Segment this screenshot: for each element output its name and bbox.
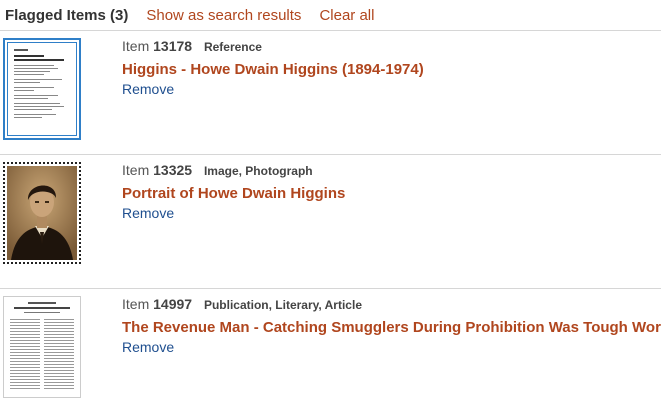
clear-all-link[interactable]: Clear all — [319, 7, 374, 24]
item-number: 14997 — [153, 296, 193, 312]
divider — [0, 30, 661, 31]
item-meta: Item 13325 Image, Photograph — [122, 162, 313, 178]
item-meta: Item 13178 Reference — [122, 38, 262, 54]
item-label: Item — [122, 296, 150, 312]
item-title-link[interactable]: Higgins - Howe Dwain Higgins (1894-1974) — [122, 61, 424, 78]
remove-link[interactable]: Remove — [122, 339, 174, 355]
item-number: 13178 — [153, 38, 193, 54]
remove-link[interactable]: Remove — [122, 81, 174, 97]
item-meta: Item 14997 Publication, Literary, Articl… — [122, 296, 362, 312]
flagged-items-title: Flagged Items (3) — [5, 6, 129, 24]
item-title-link[interactable]: The Revenue Man - Catching Smugglers Dur… — [122, 319, 661, 336]
show-as-search-results-link[interactable]: Show as search results — [146, 7, 301, 24]
portrait-photo-thumbnail[interactable] — [3, 162, 81, 264]
item-number: 13325 — [153, 162, 193, 178]
item-type: Publication, Literary, Article — [203, 298, 362, 312]
document-thumbnail[interactable] — [3, 38, 81, 140]
article-thumbnail[interactable] — [3, 296, 81, 398]
item-label: Item — [122, 38, 150, 54]
remove-link[interactable]: Remove — [122, 205, 174, 221]
item-type: Image, Photograph — [203, 164, 313, 178]
divider — [0, 154, 661, 155]
flagged-items-page: Flagged Items (3) Show as search results… — [0, 0, 661, 406]
flagged-header: Flagged Items (3) Show as search results… — [5, 5, 374, 25]
item-type: Reference — [203, 40, 262, 54]
item-label: Item — [122, 162, 150, 178]
item-title-link[interactable]: Portrait of Howe Dwain Higgins — [122, 185, 345, 202]
divider — [0, 288, 661, 289]
